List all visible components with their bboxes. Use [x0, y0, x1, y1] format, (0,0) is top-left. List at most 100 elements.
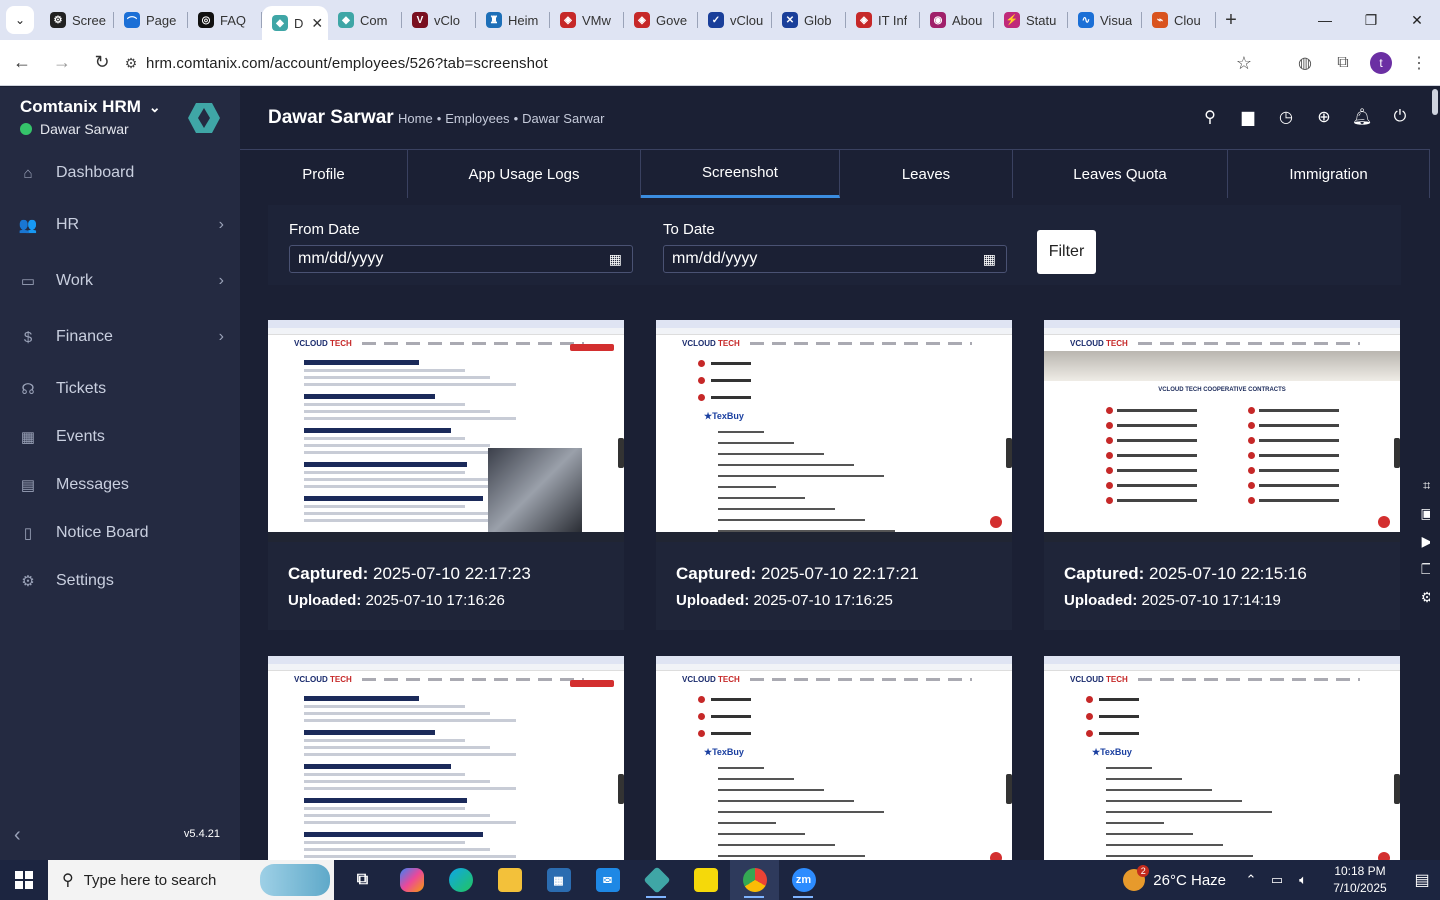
browser-tab[interactable]: ◉ Abou — [920, 0, 994, 40]
tab-leaves[interactable]: Leaves — [840, 150, 1013, 198]
add-icon[interactable]: ⊕ — [1314, 107, 1334, 127]
reload-button[interactable]: ↻ — [84, 45, 120, 81]
browser-tab[interactable]: ⚙ Scree — [40, 0, 114, 40]
start-button[interactable] — [0, 860, 48, 900]
back-button[interactable]: ← — [4, 45, 40, 81]
date-filter: From Date mm/dd/yyyy ▦ To Date mm/dd/yyy… — [268, 205, 1401, 285]
sidebar-item-finance[interactable]: $ Finance › — [0, 309, 240, 365]
chrome-app[interactable] — [730, 860, 779, 900]
clock-icon[interactable]: ◷ — [1276, 107, 1296, 127]
url-text[interactable]: hrm.comtanix.com/account/employees/526?t… — [146, 55, 548, 72]
sidebar-item-work[interactable]: ▭ Work › — [0, 253, 240, 309]
url-omnibox[interactable]: ⚙ hrm.comtanix.com/account/employees/526… — [116, 46, 1266, 80]
browser-tab[interactable]: ⌒ Page — [114, 0, 188, 40]
translate-icon[interactable]: ◍ — [1290, 46, 1320, 80]
screenshot-thumbnail[interactable]: VCLOUD TECH ★TexBuy — [656, 656, 1012, 878]
from-date-input[interactable]: mm/dd/yyyy ▦ — [289, 245, 633, 273]
task-view-button[interactable]: ⧉ — [338, 860, 387, 900]
copilot-app[interactable] — [387, 860, 436, 900]
screenshot-meta: Captured: 2025-07-10 22:15:16 Uploaded: … — [1044, 542, 1400, 630]
weather-widget[interactable]: 2 26°C Haze — [1123, 865, 1226, 891]
screenshot-card[interactable]: VCLOUD TECH ★TexBuy Captured: 2025-07-10 … — [656, 320, 1012, 630]
sidebar-item-messages[interactable]: ▤ Messages — [0, 461, 240, 509]
bell-icon[interactable]: 🔔︎ — [1352, 107, 1372, 127]
close-tab-icon[interactable]: ✕ — [311, 15, 323, 32]
tab-screenshot[interactable]: Screenshot — [641, 150, 840, 198]
volume-icon[interactable]: 🔈︎ — [1292, 872, 1314, 888]
to-date-input[interactable]: mm/dd/yyyy ▦ — [663, 245, 1007, 273]
browser-tab[interactable]: ◆ Com — [328, 0, 402, 40]
comtanix-app[interactable] — [632, 860, 681, 900]
clock[interactable]: 10:18 PM 7/10/2025 — [1322, 863, 1398, 897]
restore-button[interactable]: ❐ — [1348, 0, 1394, 40]
network-icon[interactable]: ▭ — [1266, 872, 1288, 888]
sidebar-item-dashboard[interactable]: ⌂ Dashboard — [0, 149, 240, 197]
tab-profile[interactable]: Profile — [240, 150, 408, 198]
screenshot-thumbnail[interactable]: VCLOUD TECH ★TexBuy — [1044, 656, 1400, 878]
browser-tab[interactable]: ∿ Visua — [1068, 0, 1142, 40]
screenshot-thumbnail[interactable]: VCLOUD TECH ★TexBuy — [656, 320, 1012, 542]
tab-immigration[interactable]: Immigration — [1228, 150, 1430, 198]
tab-leaves-quota[interactable]: Leaves Quota — [1013, 150, 1228, 198]
sticky-notes-app[interactable] — [681, 860, 730, 900]
collapse-sidebar-icon[interactable]: ‹ — [14, 824, 21, 847]
browser-tab[interactable]: ◈ VMw — [550, 0, 624, 40]
screenshot-thumbnail[interactable]: VCLOUD TECH — [268, 320, 624, 542]
scrollbar-thumb[interactable] — [1432, 89, 1438, 115]
screenshot-thumbnail[interactable]: VCLOUD TECH VCLOUD TECH COOPERATIVE CONTR… — [1044, 320, 1400, 542]
extensions-icon[interactable]: ⧉ — [1328, 46, 1358, 80]
browser-tab[interactable]: ♜ Heim — [476, 0, 550, 40]
site-info-icon[interactable]: ⚙ — [116, 55, 146, 72]
screenshot-thumbnail[interactable]: VCLOUD TECH — [268, 656, 624, 878]
sidebar-item-settings[interactable]: ⚙ Settings — [0, 557, 240, 605]
edge-app[interactable] — [436, 860, 485, 900]
screenshot-card[interactable]: VCLOUD TECH ★TexBuy — [656, 656, 1012, 878]
breadcrumb-separator: • — [513, 111, 519, 126]
mail-app[interactable]: ✉ — [583, 860, 632, 900]
file-explorer-app[interactable] — [485, 860, 534, 900]
notes-icon[interactable]: ▆ — [1238, 107, 1258, 127]
minimize-button[interactable]: — — [1302, 0, 1348, 40]
brand-name: Comtanix HRM — [20, 97, 141, 116]
brand-switcher[interactable]: Comtanix HRM ⌄ — [20, 97, 161, 117]
browser-tab[interactable]: ◈ IT Inf — [846, 0, 920, 40]
bookmark-star-icon[interactable]: ☆ — [1236, 53, 1252, 74]
new-tab-button[interactable]: + — [1216, 9, 1246, 32]
search-icon[interactable]: ⚲ — [1200, 107, 1220, 127]
screenshot-card[interactable]: VCLOUD TECH ★TexBuy — [1044, 656, 1400, 878]
chevron-up-icon[interactable]: ⌃ — [1240, 872, 1262, 888]
browser-tab[interactable]: VvClo — [402, 0, 476, 40]
tab-app-usage-logs[interactable]: App Usage Logs — [408, 150, 641, 198]
captured-time: 2025-07-10 22:17:23 — [373, 564, 531, 583]
browser-tab[interactable]: ✓ vClou — [698, 0, 772, 40]
zoom-app[interactable]: zm — [779, 860, 828, 900]
screenshot-card[interactable]: VCLOUD TECH VCLOUD TECH COOPERATIVE CONTR… — [1044, 320, 1400, 630]
page-scrollbar[interactable] — [1430, 87, 1440, 860]
profile-avatar[interactable]: t — [1366, 46, 1396, 80]
browser-tab[interactable]: ⌁ Clou — [1142, 0, 1216, 40]
tab-search-button[interactable]: ⌄ — [0, 0, 40, 40]
browser-menu-icon[interactable]: ⋮ — [1404, 46, 1434, 80]
forward-button[interactable]: → — [44, 45, 80, 81]
close-window-button[interactable]: ✕ — [1394, 0, 1440, 40]
screenshot-card[interactable]: VCLOUD TECH — [268, 656, 624, 878]
browser-tab[interactable]: ✕ Glob — [772, 0, 846, 40]
power-icon[interactable]: ⏻ — [1390, 107, 1410, 127]
calendar-icon[interactable]: ▦ — [609, 251, 622, 268]
browser-tab[interactable]: ◎ FAQ — [188, 0, 262, 40]
screenshot-card[interactable]: VCLOUD TECH Captured: 2025-07-10 22:17:2… — [268, 320, 624, 630]
browser-tab[interactable]: ⚡ Statu — [994, 0, 1068, 40]
sidebar-item-events[interactable]: ▦ Events — [0, 413, 240, 461]
notifications-icon[interactable]: ▤ — [1404, 870, 1440, 890]
browser-tab[interactable]: ◆ D ✕ — [262, 6, 328, 40]
sidebar-item-tickets[interactable]: ☊ Tickets — [0, 365, 240, 413]
sidebar-item-hr[interactable]: 👥 HR › — [0, 197, 240, 253]
filter-button[interactable]: Filter — [1037, 230, 1096, 274]
breadcrumb-item[interactable]: Employees — [445, 111, 509, 126]
breadcrumb-item[interactable]: Home — [398, 111, 433, 126]
taskbar-search[interactable]: ⚲ Type here to search — [48, 860, 334, 900]
browser-tab[interactable]: ◈ Gove — [624, 0, 698, 40]
store-app[interactable]: ▦ — [534, 860, 583, 900]
sidebar-item-notice-board[interactable]: ▯ Notice Board — [0, 509, 240, 557]
calendar-icon[interactable]: ▦ — [983, 251, 996, 268]
